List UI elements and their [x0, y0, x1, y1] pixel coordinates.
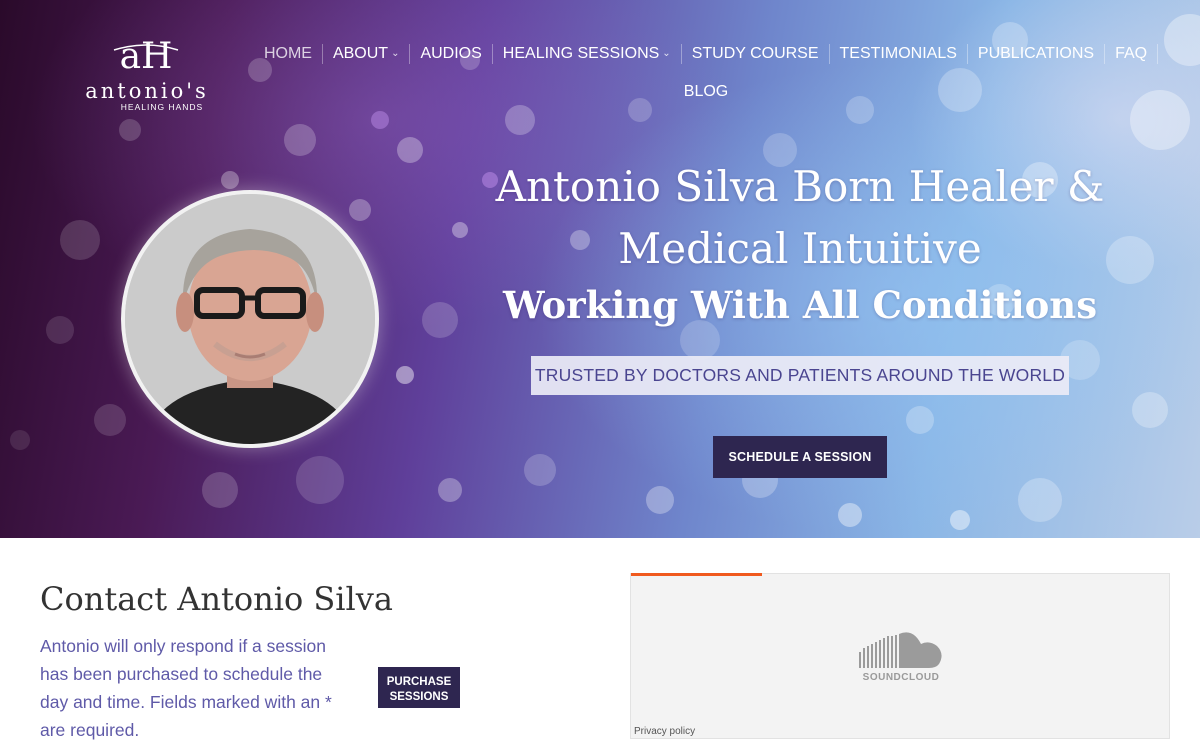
schedule-session-button[interactable]: SCHEDULE A SESSION: [713, 436, 887, 478]
hero-title-line1: Antonio Silva Born Healer &: [495, 162, 1105, 211]
soundcloud-embed[interactable]: SOUNDCLOUD Privacy policy: [630, 573, 1170, 739]
nav-label: PUBLICATIONS: [977, 45, 1095, 62]
nav-item-about[interactable]: ABOUT ⌄: [323, 44, 411, 64]
purchase-sessions-button[interactable]: PURCHASE SESSIONS: [378, 667, 460, 708]
hero-banner: aH antonio's HEALING HANDS HOME ABOUT ⌄ A…: [0, 0, 1200, 538]
nav-item-healing-sessions[interactable]: HEALING SESSIONS ⌄: [493, 44, 682, 64]
contact-heading: Contact Antonio Silva: [40, 580, 393, 618]
nav-label: BLOG: [683, 83, 729, 100]
site-logo[interactable]: aH antonio's HEALING HANDS: [62, 36, 232, 114]
nav-label: ABOUT: [332, 45, 389, 62]
contact-description: Antonio will only respond if a session h…: [40, 636, 332, 740]
nav-item-blog[interactable]: BLOG: [674, 82, 738, 102]
purchase-label-line1: PURCHASE: [386, 675, 452, 688]
chevron-down-icon: ⌄: [662, 48, 671, 59]
hero-title: Antonio Silva Born Healer & Medical Intu…: [440, 156, 1160, 280]
nav-item-testimonials[interactable]: TESTIMONIALS: [830, 44, 968, 64]
chevron-down-icon: ⌄: [391, 48, 400, 59]
nav-label: HOME: [263, 45, 312, 62]
nav-row-secondary: BLOG: [266, 72, 1146, 112]
logo-mark-icon: aH: [113, 36, 179, 76]
antonio-portrait: [121, 190, 379, 448]
soundcloud-label: SOUNDCLOUD: [862, 672, 940, 683]
privacy-policy-link[interactable]: Privacy policy: [634, 726, 695, 737]
nav-label: STUDY COURSE: [691, 45, 819, 62]
soundcloud-progress-bar: [631, 573, 762, 576]
nav-item-publications[interactable]: PUBLICATIONS: [968, 44, 1106, 64]
nav-item-home[interactable]: HOME: [254, 44, 323, 64]
tagline-banner: TRUSTED BY DOCTORS AND PATIENTS AROUND T…: [531, 356, 1069, 395]
nav-item-audios[interactable]: AUDIOS: [410, 44, 493, 64]
purchase-label-line2: SESSIONS: [389, 690, 449, 703]
nav-item-faq[interactable]: FAQ: [1105, 44, 1159, 64]
hero-title-line2: Medical Intuitive: [618, 224, 982, 273]
portrait-image: [125, 194, 375, 444]
logo-name: antonio's: [85, 79, 209, 103]
nav-label: TESTIMONIALS: [839, 45, 957, 62]
nav-label: HEALING SESSIONS: [502, 45, 660, 62]
logo-subtitle: HEALING HANDS: [120, 102, 204, 112]
nav-label: FAQ: [1115, 45, 1148, 62]
nav-label: AUDIOS: [420, 45, 482, 62]
nav-item-study-course[interactable]: STUDY COURSE: [682, 44, 830, 64]
svg-text:aH: aH: [120, 36, 173, 76]
nav-row-primary: HOME ABOUT ⌄ AUDIOS HEALING SESSIONS ⌄ STU…: [264, 36, 1159, 72]
hero-subtitle: Working With All Conditions: [502, 283, 1098, 327]
main-nav: HOME ABOUT ⌄ AUDIOS HEALING SESSIONS ⌄ STU…: [264, 36, 1159, 112]
